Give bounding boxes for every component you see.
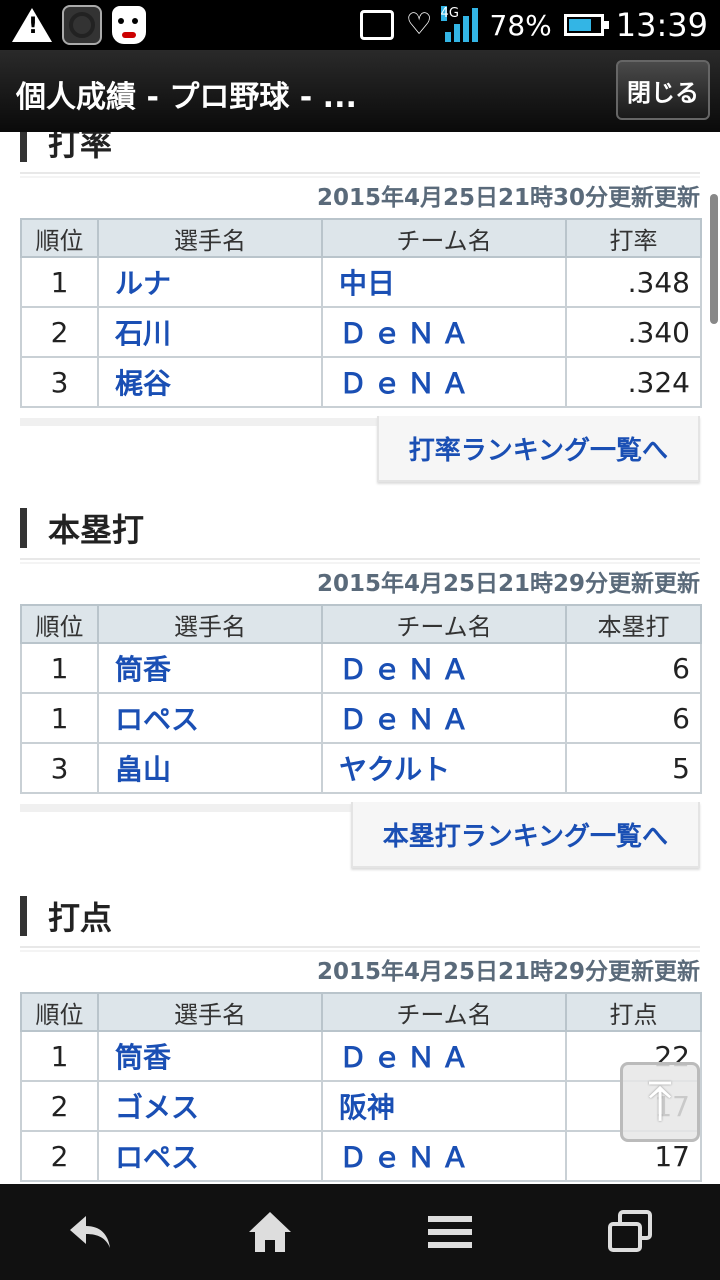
col-header-team: チーム名 bbox=[321, 604, 567, 644]
more-link-wrap: 本塁打ランキング一覧へ bbox=[20, 794, 700, 870]
batting-average-ranking-link[interactable]: 打率ランキング一覧へ bbox=[376, 416, 700, 482]
stat-cell: 6 bbox=[565, 692, 702, 744]
table-row: 1 筒香 ＤｅＮＡ 6 bbox=[20, 642, 702, 694]
team-link[interactable]: 阪神 bbox=[321, 1080, 567, 1132]
updated-timestamp: 2015年4月25日21時29分更新更新 bbox=[316, 571, 700, 597]
team-link[interactable]: ＤｅＮＡ bbox=[321, 692, 567, 744]
dog-icon bbox=[112, 6, 146, 44]
section-batting-average: 打率 2015年4月25日21時30分更新更新 順位 選手名 チーム名 打率 1… bbox=[20, 132, 702, 484]
clock: 13:39 bbox=[615, 6, 708, 44]
team-link[interactable]: ヤクルト bbox=[321, 742, 567, 794]
app-header: 個人成績 - プロ野球 - ... 閉じる bbox=[0, 50, 720, 132]
player-link[interactable]: ロペス bbox=[97, 692, 323, 744]
home-run-ranking-link[interactable]: 本塁打ランキング一覧へ bbox=[350, 802, 700, 868]
table-row: 1 ロペス ＤｅＮＡ 6 bbox=[20, 692, 702, 744]
menu-icon bbox=[428, 1216, 472, 1248]
rank-cell: 2 bbox=[20, 306, 99, 358]
table-row: 2 ロペス ＤｅＮＡ 17 bbox=[20, 1130, 702, 1182]
col-header-rank: 順位 bbox=[20, 604, 99, 644]
col-header-stat: 打点 bbox=[565, 992, 702, 1032]
close-button[interactable]: 閉じる bbox=[616, 60, 710, 120]
ranking-table: 順位 選手名 チーム名 本塁打 1 筒香 ＤｅＮＡ 6 1 ロペス ＤｅＮＡ 6… bbox=[20, 604, 702, 794]
system-nav-bar bbox=[0, 1184, 720, 1280]
stat-cell: .348 bbox=[565, 256, 702, 308]
team-link[interactable]: ＤｅＮＡ bbox=[321, 306, 567, 358]
page-title: 個人成績 - プロ野球 - ... bbox=[16, 80, 357, 115]
scroll-to-top-button[interactable]: ⤒ bbox=[620, 1062, 700, 1142]
status-bar: ♡ 4G 78% 13:39 bbox=[0, 0, 720, 50]
stat-cell: 5 bbox=[565, 742, 702, 794]
recent-apps-button[interactable] bbox=[585, 1192, 675, 1272]
team-link[interactable]: 中日 bbox=[321, 256, 567, 308]
menu-button[interactable] bbox=[405, 1192, 495, 1272]
table-row: 1 ルナ 中日 .348 bbox=[20, 256, 702, 308]
section-title: 本塁打 bbox=[20, 504, 700, 552]
home-icon bbox=[249, 1212, 291, 1252]
back-icon bbox=[70, 1216, 110, 1248]
rank-cell: 1 bbox=[20, 256, 99, 308]
rank-cell: 3 bbox=[20, 742, 99, 794]
player-link[interactable]: 石川 bbox=[97, 306, 323, 358]
updated-timestamp: 2015年4月25日21時29分更新更新 bbox=[316, 959, 700, 985]
player-link[interactable]: ロペス bbox=[97, 1130, 323, 1182]
rank-cell: 1 bbox=[20, 1030, 99, 1082]
team-link[interactable]: ＤｅＮＡ bbox=[321, 1130, 567, 1182]
stat-cell: 6 bbox=[565, 642, 702, 694]
recent-apps-icon bbox=[608, 1210, 652, 1252]
stat-cell: .340 bbox=[565, 306, 702, 358]
player-link[interactable]: ゴメス bbox=[97, 1080, 323, 1132]
player-link[interactable]: 筒香 bbox=[97, 642, 323, 694]
player-link[interactable]: 梶谷 bbox=[97, 356, 323, 408]
system-icons: ♡ 4G 78% 13:39 bbox=[359, 0, 708, 50]
table-row: 3 梶谷 ＤｅＮＡ .324 bbox=[20, 356, 702, 408]
more-link-wrap: 打率ランキング一覧へ bbox=[20, 408, 700, 484]
col-header-player: 選手名 bbox=[97, 992, 323, 1032]
col-header-team: チーム名 bbox=[321, 992, 567, 1032]
rank-cell: 2 bbox=[20, 1080, 99, 1132]
stat-cell: .324 bbox=[565, 356, 702, 408]
team-link[interactable]: ＤｅＮＡ bbox=[321, 356, 567, 408]
team-link[interactable]: ＤｅＮＡ bbox=[321, 1030, 567, 1082]
web-content[interactable]: 打率 2015年4月25日21時30分更新更新 順位 選手名 チーム名 打率 1… bbox=[0, 132, 720, 1184]
table-row: 2 ゴメス 阪神 17 bbox=[20, 1080, 702, 1132]
col-header-stat: 打率 bbox=[565, 218, 702, 258]
inbox-icon bbox=[359, 10, 394, 40]
network-type: 4G bbox=[440, 6, 459, 21]
app-icon bbox=[62, 5, 102, 45]
col-header-stat: 本塁打 bbox=[565, 604, 702, 644]
home-button[interactable] bbox=[225, 1192, 315, 1272]
rank-cell: 2 bbox=[20, 1130, 99, 1182]
heart-icon: ♡ bbox=[405, 7, 433, 42]
section-rbi: 打点 2015年4月25日21時29分更新更新 順位 選手名 チーム名 打点 1… bbox=[20, 892, 702, 1182]
section-title: 打点 bbox=[20, 892, 700, 940]
battery-percent: 78% bbox=[489, 8, 552, 42]
scrollbar[interactable] bbox=[710, 194, 718, 324]
section-home-runs: 本塁打 2015年4月25日21時29分更新更新 順位 選手名 チーム名 本塁打… bbox=[20, 504, 702, 870]
signal-icon: 4G bbox=[440, 6, 478, 42]
back-button[interactable] bbox=[45, 1192, 135, 1272]
col-header-player: 選手名 bbox=[97, 218, 323, 258]
rank-cell: 1 bbox=[20, 692, 99, 744]
rank-cell: 1 bbox=[20, 642, 99, 694]
table-row: 2 石川 ＤｅＮＡ .340 bbox=[20, 306, 702, 358]
notification-icons bbox=[12, 4, 146, 46]
col-header-team: チーム名 bbox=[321, 218, 567, 258]
arrow-up-icon: ⤒ bbox=[648, 1070, 672, 1133]
team-link[interactable]: ＤｅＮＡ bbox=[321, 642, 567, 694]
updated-timestamp: 2015年4月25日21時30分更新更新 bbox=[316, 185, 700, 211]
col-header-player: 選手名 bbox=[97, 604, 323, 644]
player-link[interactable]: ルナ bbox=[97, 256, 323, 308]
col-header-rank: 順位 bbox=[20, 218, 99, 258]
player-link[interactable]: 畠山 bbox=[97, 742, 323, 794]
player-link[interactable]: 筒香 bbox=[97, 1030, 323, 1082]
col-header-rank: 順位 bbox=[20, 992, 99, 1032]
table-row: 3 畠山 ヤクルト 5 bbox=[20, 742, 702, 794]
ranking-table: 順位 選手名 チーム名 打点 1 筒香 ＤｅＮＡ 22 2 ゴメス 阪神 17 … bbox=[20, 992, 702, 1182]
battery-icon bbox=[563, 14, 609, 36]
rank-cell: 3 bbox=[20, 356, 99, 408]
table-row: 1 筒香 ＤｅＮＡ 22 bbox=[20, 1030, 702, 1082]
section-title: 打率 bbox=[20, 132, 700, 166]
warning-icon bbox=[12, 8, 52, 42]
ranking-table: 順位 選手名 チーム名 打率 1 ルナ 中日 .348 2 石川 ＤｅＮＡ .3… bbox=[20, 218, 702, 408]
